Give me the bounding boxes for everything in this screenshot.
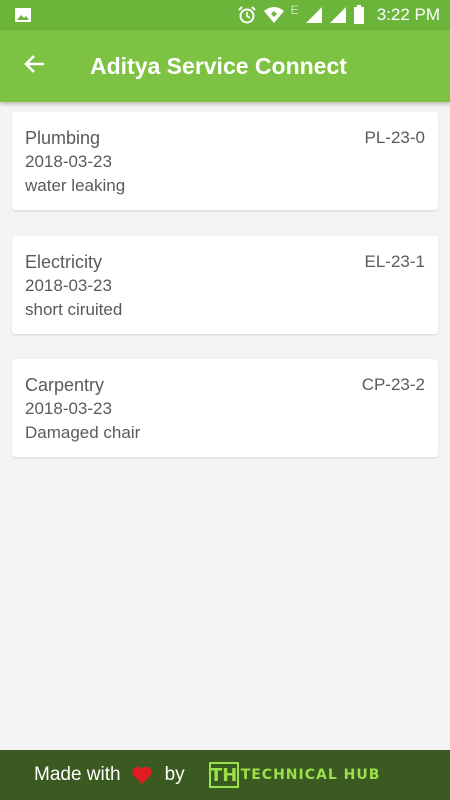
complaint-code: EL-23-1 bbox=[364, 252, 425, 271]
status-right: E 3:22 PM bbox=[237, 3, 440, 25]
wifi-icon bbox=[263, 6, 285, 24]
page-title: Aditya Service Connect bbox=[90, 52, 347, 79]
complaint-description: short ciruited bbox=[25, 300, 123, 319]
logo-text: TECHNICAL HUB bbox=[240, 767, 381, 783]
complaint-code: CP-23-2 bbox=[361, 375, 425, 394]
signal-icon bbox=[305, 6, 323, 24]
status-bar: E 3:22 PM bbox=[0, 0, 450, 30]
by-label: by bbox=[164, 764, 185, 785]
alarm-icon bbox=[237, 5, 257, 25]
image-icon bbox=[14, 6, 32, 24]
complaint-description: water leaking bbox=[25, 176, 126, 195]
signal-icon bbox=[329, 6, 347, 24]
complaint-date: 2018-03-23 bbox=[25, 399, 112, 418]
complaint-description: Damaged chair bbox=[25, 423, 141, 442]
footer-banner: Made with by TH TECHNICAL HUB bbox=[0, 750, 450, 800]
app-bar: Aditya Service Connect bbox=[0, 30, 450, 102]
arrow-back-icon bbox=[23, 52, 47, 81]
made-with-label: Made with bbox=[34, 764, 121, 785]
logo-mark: TH bbox=[208, 762, 239, 788]
list-item[interactable]: Electricity 2018-03-23 short ciruited EL… bbox=[12, 236, 438, 334]
complaint-date: 2018-03-23 bbox=[25, 152, 112, 171]
list-item[interactable]: Carpentry 2018-03-23 Damaged chair CP-23… bbox=[12, 359, 438, 457]
complaint-code: PL-23-0 bbox=[364, 128, 425, 147]
back-button[interactable] bbox=[0, 30, 70, 102]
technical-hub-logo: TH TECHNICAL HUB bbox=[208, 762, 381, 788]
battery-icon bbox=[353, 5, 365, 25]
status-left bbox=[14, 6, 32, 24]
network-type: E bbox=[290, 3, 299, 17]
heart-icon bbox=[131, 765, 153, 785]
complaint-date: 2018-03-23 bbox=[25, 276, 112, 295]
list-item[interactable]: Plumbing 2018-03-23 water leaking PL-23-… bbox=[12, 112, 438, 210]
status-time: 3:22 PM bbox=[376, 5, 440, 24]
